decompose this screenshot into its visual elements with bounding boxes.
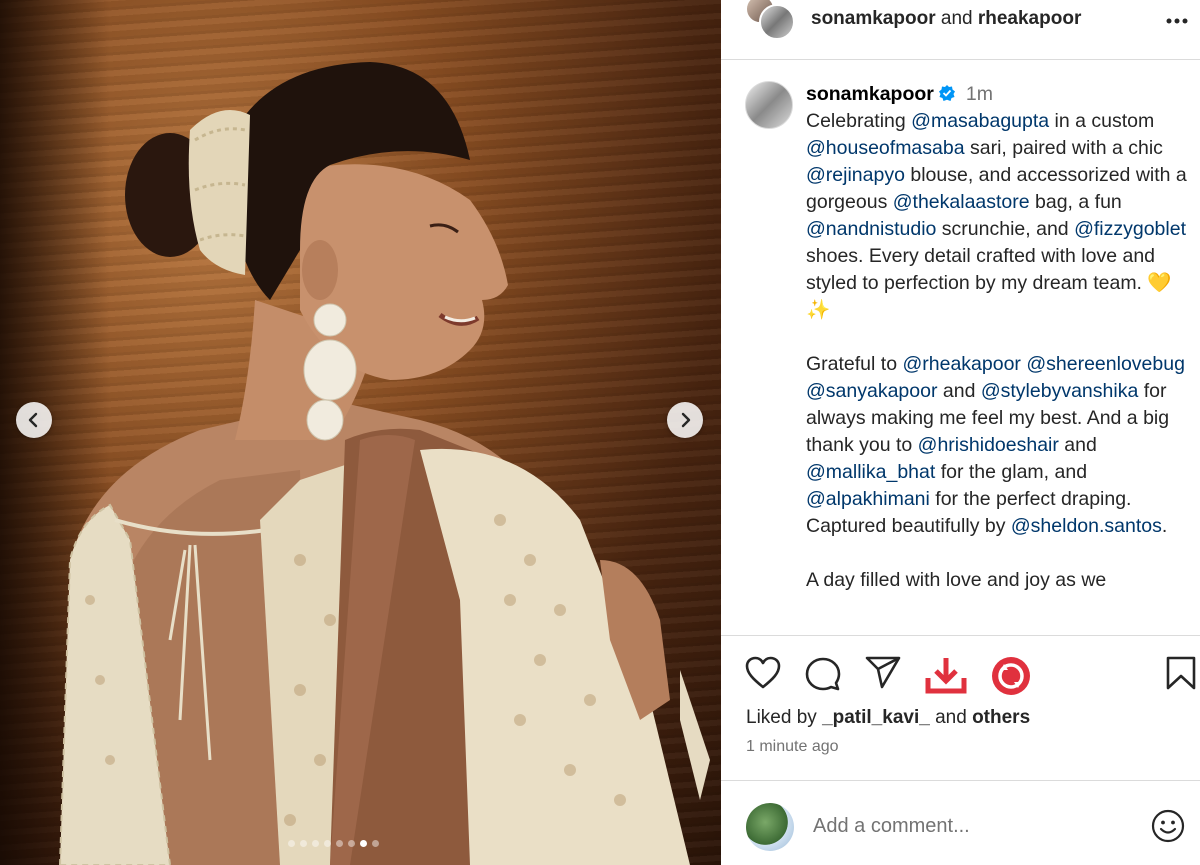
carousel-dot — [312, 840, 319, 847]
username-link[interactable]: sonamkapoor — [811, 8, 936, 29]
avatar — [746, 803, 794, 851]
more-options-button[interactable] — [1166, 10, 1188, 24]
post-timestamp[interactable]: 1 minute ago — [746, 738, 839, 756]
mention-link[interactable]: @fizzygoblet — [1074, 218, 1186, 240]
post-time[interactable]: 1m — [966, 83, 993, 105]
save-button[interactable] — [1166, 656, 1196, 695]
comment-input[interactable] — [813, 815, 1133, 838]
carousel-dot — [300, 840, 307, 847]
mention-link[interactable]: @shereenlovebug — [1026, 353, 1185, 375]
and-text: and — [940, 8, 973, 29]
caption-text: sonamkapoor 1m Celebrating @masabagupta i… — [806, 81, 1190, 621]
carousel-dot — [372, 840, 379, 847]
carousel-prev-button[interactable] — [16, 402, 52, 438]
mention-link[interactable]: @masabagupta — [911, 110, 1049, 132]
mention-link[interactable]: @hrishidoeshair — [918, 434, 1059, 456]
comment-composer — [721, 780, 1200, 865]
caption-text-run: . — [1161, 515, 1168, 537]
carousel-next-button[interactable] — [667, 402, 703, 438]
caption-text-run: Grateful to — [806, 353, 903, 375]
verified-badge-icon — [938, 85, 955, 101]
caption-paragraph: Grateful to @rheakapoor @shereenlovebug … — [806, 351, 1190, 540]
action-bar — [721, 650, 1200, 700]
caption-paragraph: sonamkapoor 1m Celebrating @masabagupta i… — [806, 81, 1190, 324]
caption-text-run: and — [937, 380, 981, 402]
caption-text-run: shoes. Every detail crafted with love an… — [806, 245, 1172, 321]
emoji-icon — [1151, 809, 1185, 843]
caption-text-run: in a custom — [1049, 110, 1155, 132]
carousel-dots — [288, 840, 379, 847]
share-button[interactable] — [865, 656, 901, 695]
post-header: sonamkapoor and rheakapoor — [721, 0, 1200, 60]
caption-paragraph: A day filled with love and joy as we — [806, 567, 1190, 594]
liker-username[interactable]: _patil_kavi_ — [822, 707, 930, 728]
username-link[interactable]: rheakapoor — [978, 8, 1081, 29]
likes-mid: and — [935, 707, 967, 728]
caption-scroll-area[interactable]: sonamkapoor 1m Celebrating @masabagupta i… — [721, 61, 1200, 635]
more-horizontal-icon — [1166, 18, 1188, 24]
bookmark-icon — [1166, 656, 1196, 690]
carousel-dot — [360, 840, 367, 847]
mention-link[interactable]: @stylebyvanshika — [981, 380, 1138, 402]
carousel-dot — [336, 840, 343, 847]
emoji-button[interactable] — [1151, 809, 1185, 848]
mention-link[interactable]: @nandnistudio — [806, 218, 936, 240]
mention-link[interactable]: @mallika_bhat — [806, 461, 935, 483]
caption-text-run: and — [1058, 434, 1097, 456]
mention-link[interactable]: @houseofmasaba — [806, 137, 965, 159]
caption-text-run: Celebrating — [806, 110, 912, 132]
like-button[interactable] — [745, 656, 781, 695]
caption-body: Celebrating @masabagupta in a custom @ho… — [806, 110, 1187, 321]
caption-text-run: for the glam, and — [935, 461, 1088, 483]
caption-username[interactable]: sonamkapoor — [806, 83, 934, 105]
mention-link[interactable]: @rejinapyo — [806, 164, 905, 186]
chevron-left-icon — [28, 412, 38, 428]
chevron-right-icon — [681, 412, 691, 428]
comment-icon — [805, 657, 841, 691]
repost-button[interactable] — [991, 656, 1031, 701]
comment-button[interactable] — [805, 656, 841, 697]
caption-text-run: sari, paired with a chic — [964, 137, 1163, 159]
caption-text-run: bag, a fun — [1029, 191, 1122, 213]
post-photo — [58, 62, 710, 865]
heart-icon — [745, 656, 781, 689]
likes-summary: Liked by _patil_kavi_ and others — [746, 707, 1030, 729]
carousel-dot — [324, 840, 331, 847]
collab-usernames: sonamkapoor and rheakapoor — [811, 8, 1081, 30]
carousel-dot — [288, 840, 295, 847]
caption-text-run: A day filled with love and joy as we — [806, 569, 1107, 591]
mention-link[interactable]: @sheldon.santos — [1011, 515, 1162, 537]
download-icon — [925, 658, 967, 694]
mention-link[interactable]: @sanyakapoor — [806, 380, 937, 402]
divider — [721, 635, 1200, 636]
send-icon — [865, 656, 901, 689]
mention-link[interactable]: @rheakapoor — [902, 353, 1020, 375]
avatar[interactable] — [745, 81, 793, 129]
repost-icon — [992, 657, 1030, 695]
post-panel: sonamkapoor and rheakapoor sonamkapoor 1m… — [721, 0, 1200, 865]
download-button[interactable] — [925, 656, 967, 699]
carousel-dot — [348, 840, 355, 847]
post-media[interactable] — [0, 0, 721, 865]
mention-link[interactable]: @thekalaastore — [893, 191, 1030, 213]
mention-link[interactable]: @alpakhimani — [806, 488, 930, 510]
avatar[interactable] — [759, 4, 795, 40]
others-link[interactable]: others — [972, 707, 1030, 728]
collab-avatars[interactable] — [745, 0, 795, 40]
caption-text-run: scrunchie, and — [936, 218, 1075, 240]
likes-prefix: Liked by — [746, 707, 817, 728]
